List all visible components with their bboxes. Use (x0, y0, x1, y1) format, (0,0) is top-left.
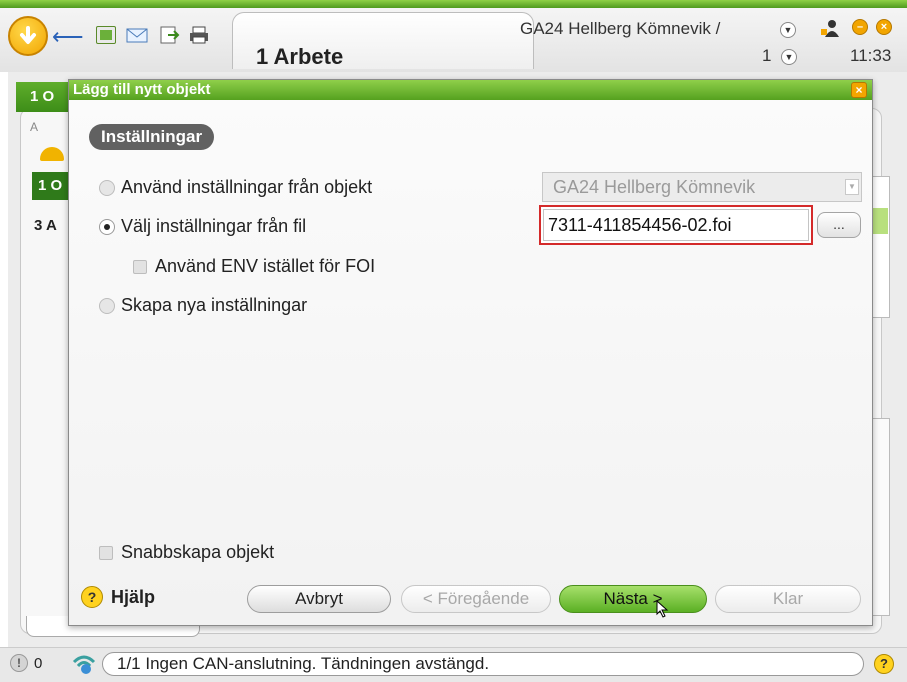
object-combo[interactable]: GA24 Hellberg Kömnevik ▼ (542, 172, 862, 202)
file-input[interactable]: 7311-411854456-02.foi (543, 209, 809, 241)
background-header: 1 O (16, 82, 70, 112)
printer-icon[interactable] (188, 26, 208, 44)
user-icon[interactable] (821, 19, 839, 37)
previous-button[interactable]: < Föregående (401, 585, 551, 613)
dialog-close-button[interactable]: × (851, 82, 867, 98)
next-button[interactable]: Nästa > (559, 585, 707, 613)
mail-icon[interactable] (126, 26, 148, 44)
dialog-titlebar: Lägg till nytt objekt × (69, 80, 872, 100)
mouse-cursor-icon (656, 600, 669, 618)
background-row[interactable]: 3 A (34, 217, 57, 234)
minimize-icon[interactable]: – (852, 19, 868, 35)
file-input-highlight: 7311-411854456-02.foi (539, 205, 813, 245)
clock: 11:33 (850, 46, 892, 65)
calculator-icon[interactable] (96, 26, 116, 44)
document-export-icon[interactable] (158, 26, 180, 44)
use-env-checkbox[interactable] (133, 260, 147, 274)
download-button[interactable] (8, 16, 48, 56)
close-icon[interactable]: × (876, 19, 892, 35)
page-chevron-down-icon[interactable]: ▼ (781, 49, 797, 65)
use-env-label[interactable]: Använd ENV istället för FOI (155, 256, 375, 277)
background-row-selected[interactable]: 1 O (32, 172, 70, 200)
background-tab-hint: A (30, 120, 39, 134)
radio-create-new[interactable] (99, 298, 115, 314)
finish-button[interactable]: Klar (715, 585, 861, 613)
help-link[interactable]: Hjälp (111, 587, 155, 608)
option-create-new-label[interactable]: Skapa nya inställningar (121, 295, 307, 316)
radio-from-file[interactable] (99, 219, 115, 235)
combo-chevron-icon[interactable]: ▼ (845, 179, 859, 195)
help-icon[interactable]: ? (81, 586, 103, 608)
back-arrow-icon[interactable]: ⟵ (52, 25, 84, 49)
help-icon[interactable]: ? (874, 654, 894, 674)
radio-from-object[interactable] (99, 180, 115, 196)
browse-button[interactable]: ... (817, 212, 861, 238)
app-title: 1 Arbete (256, 44, 344, 69)
status-message: 1/1 Ingen CAN-anslutning. Tändningen avs… (102, 652, 864, 676)
chevron-down-icon[interactable]: ▼ (780, 22, 796, 38)
option-from-object-label[interactable]: Använd inställningar från objekt (121, 177, 372, 198)
quick-create-checkbox[interactable] (99, 546, 113, 560)
cancel-button[interactable]: Avbryt (247, 585, 391, 613)
dialog-title: Lägg till nytt objekt (73, 81, 211, 98)
connection-title: GA24 Hellberg Kömnevik / (520, 19, 721, 38)
warning-icon[interactable]: ! (10, 654, 28, 672)
warning-count: 0 (34, 655, 43, 672)
add-object-dialog: Lägg till nytt objekt × Inställningar An… (68, 79, 873, 626)
section-label: Inställningar (89, 124, 215, 150)
quick-create-label[interactable]: Snabbskapa objekt (121, 542, 274, 563)
option-from-file-label[interactable]: Välj inställningar från fil (121, 216, 306, 237)
page-number: 1 (762, 46, 772, 65)
object-combo-value: GA24 Hellberg Kömnevik (553, 177, 756, 197)
header-accent-strip (0, 0, 907, 8)
connection-icon[interactable] (72, 652, 96, 674)
arrow-down-icon (20, 26, 36, 44)
